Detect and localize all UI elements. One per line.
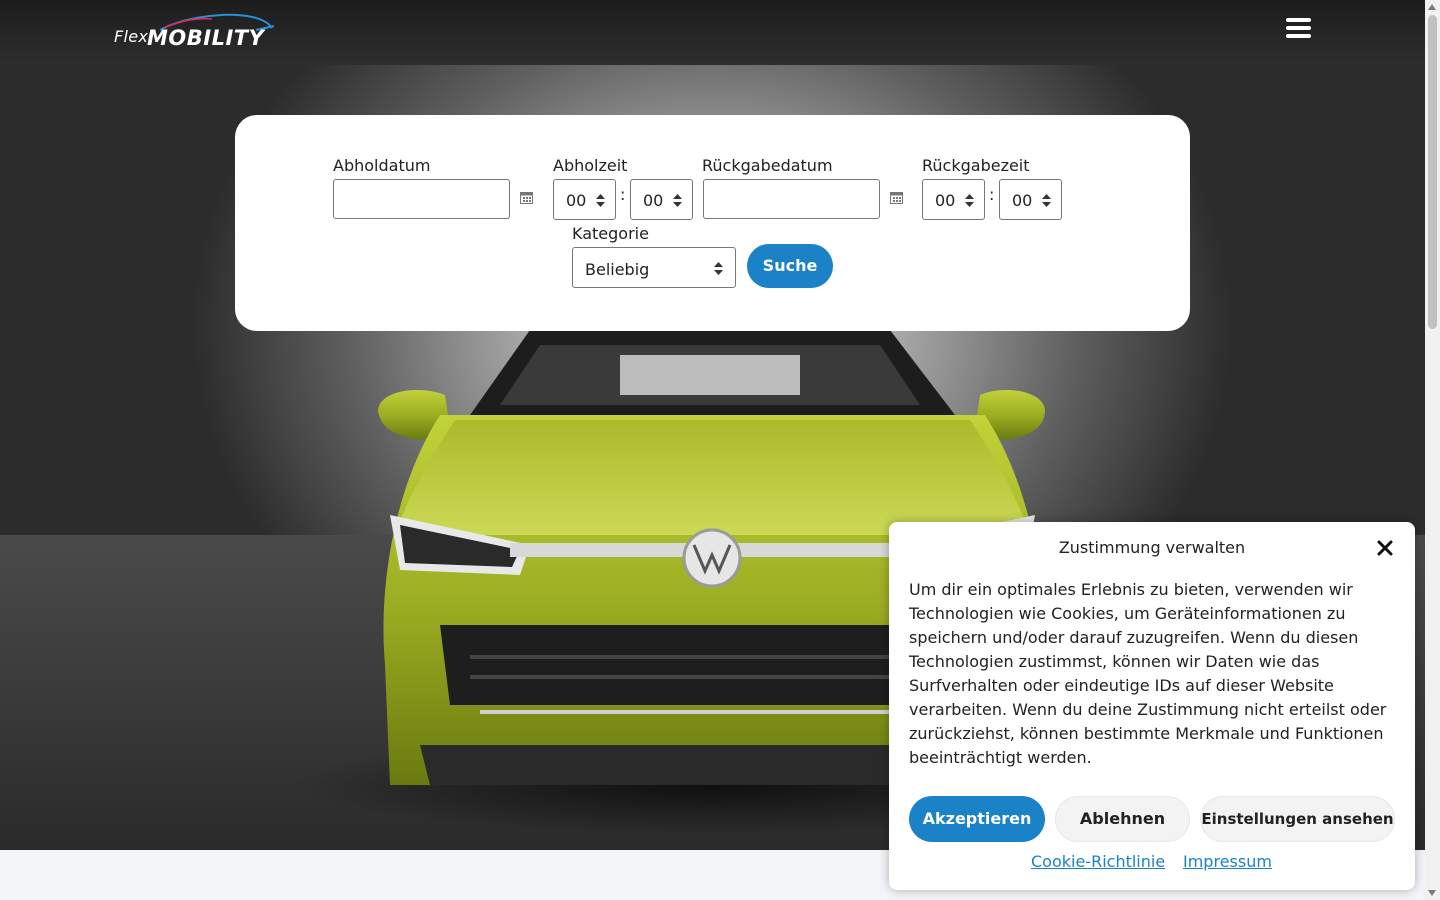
category-value: Beliebig xyxy=(585,260,650,279)
select-arrows-icon xyxy=(673,194,682,207)
select-arrows-icon xyxy=(714,262,723,275)
pickup-minute-value: 00 xyxy=(643,191,664,210)
pickup-time-label: Abholzeit xyxy=(553,156,628,175)
scroll-down-arrow-icon[interactable] xyxy=(1428,890,1436,896)
pickup-hour-select[interactable]: 00 xyxy=(553,179,616,220)
consent-title: Zustimmung verwalten xyxy=(1058,538,1246,557)
view-settings-button[interactable]: Einstellungen ansehen xyxy=(1200,796,1395,842)
accept-button[interactable]: Akzeptieren xyxy=(909,796,1045,842)
time-separator: : xyxy=(620,185,626,204)
return-date-input[interactable] xyxy=(703,179,880,219)
search-button[interactable]: Suche xyxy=(747,244,833,288)
page-scrollbar[interactable] xyxy=(1425,0,1440,900)
select-arrows-icon xyxy=(596,194,605,207)
category-label: Kategorie xyxy=(572,224,649,243)
hamburger-menu-icon[interactable] xyxy=(1286,18,1311,40)
return-minute-select[interactable]: 00 xyxy=(999,179,1062,220)
pickup-date-label: Abholdatum xyxy=(333,156,431,175)
select-arrows-icon xyxy=(1042,194,1051,207)
deny-button[interactable]: Ablehnen xyxy=(1055,796,1190,842)
site-header: Flex MOBILITY xyxy=(0,0,1425,65)
calendar-icon[interactable] xyxy=(520,191,533,204)
return-hour-select[interactable]: 00 xyxy=(922,179,985,220)
category-select[interactable]: Beliebig xyxy=(572,247,736,288)
logo-text-flex: Flex xyxy=(114,27,149,46)
return-hour-value: 00 xyxy=(935,191,956,210)
pickup-hour-value: 00 xyxy=(566,191,587,210)
return-date-label: Rückgabedatum xyxy=(702,156,833,175)
close-icon[interactable] xyxy=(1376,539,1394,557)
calendar-icon[interactable] xyxy=(890,191,903,204)
scroll-up-arrow-icon[interactable] xyxy=(1428,4,1436,10)
return-minute-value: 00 xyxy=(1012,191,1033,210)
cookie-consent-dialog: Zustimmung verwalten Um dir ein optimale… xyxy=(889,522,1415,890)
return-time-label: Rückgabezeit xyxy=(922,156,1030,175)
pickup-date-input[interactable] xyxy=(333,179,510,219)
booking-form-card: Abholdatum Abholzeit 00 : 00 Rückgabedat… xyxy=(235,115,1190,331)
logo-text-mobility: MOBILITY xyxy=(147,26,265,50)
flexmobility-logo[interactable]: Flex MOBILITY xyxy=(112,12,277,56)
select-arrows-icon xyxy=(965,194,974,207)
scroll-thumb[interactable] xyxy=(1428,15,1437,329)
time-separator: : xyxy=(989,185,995,204)
cookie-policy-link[interactable]: Cookie-Richtlinie xyxy=(1031,852,1165,871)
consent-body-text: Um dir ein optimales Erlebnis zu bieten,… xyxy=(909,580,1387,767)
imprint-link[interactable]: Impressum xyxy=(1183,852,1272,871)
pickup-minute-select[interactable]: 00 xyxy=(630,179,693,220)
